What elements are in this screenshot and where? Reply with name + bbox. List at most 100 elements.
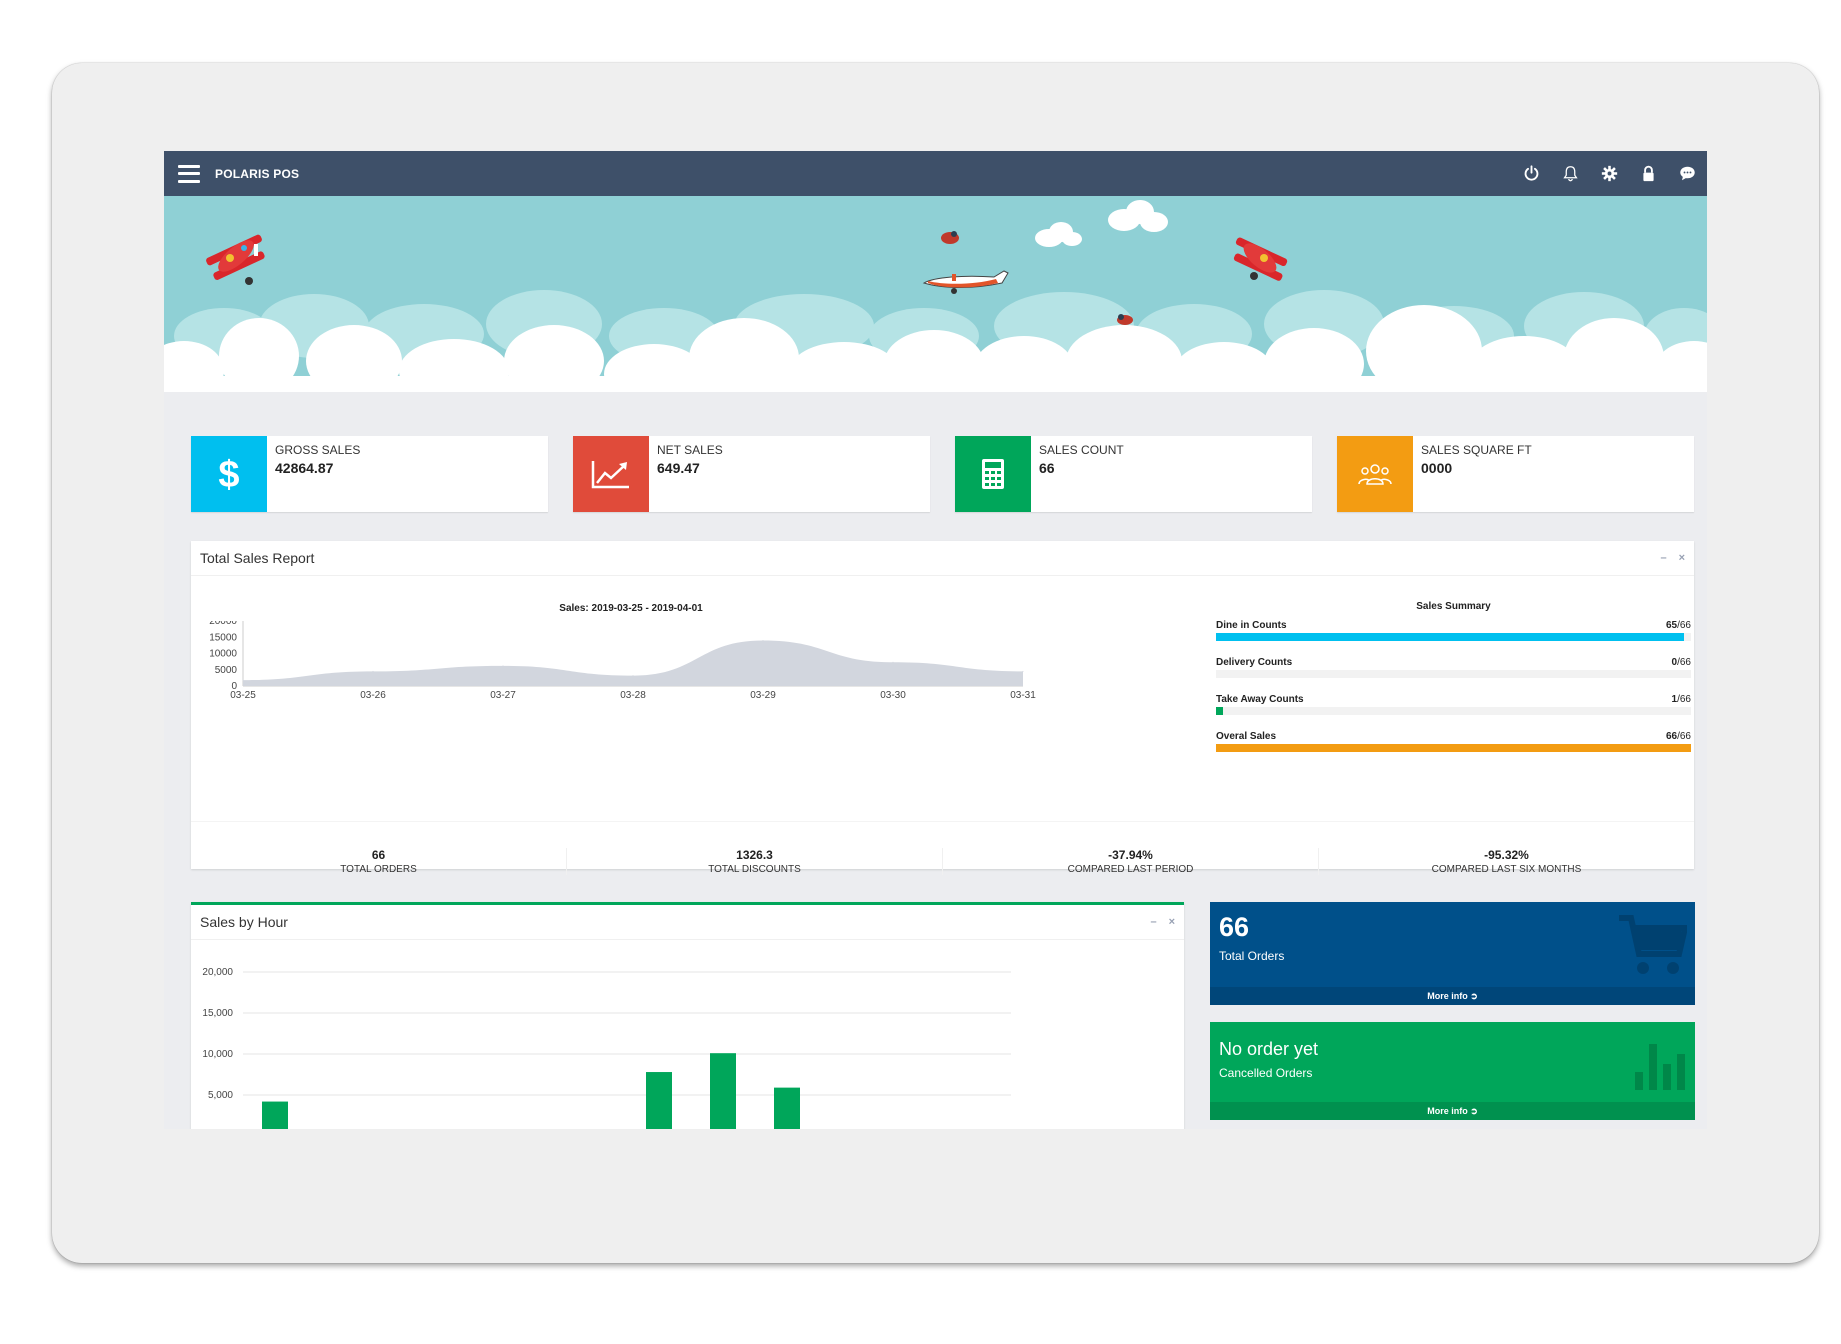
progress-track xyxy=(1216,744,1691,752)
cancelled-orders-box: No order yet Cancelled Orders More info … xyxy=(1210,1022,1695,1120)
summary-row: Overal Sales 66/66 xyxy=(1216,731,1691,752)
arrow-circle-icon: ➲ xyxy=(1470,991,1478,1001)
sales-by-hour-panel: Sales by Hour – × 5,000 10,000 15,000 20,00… xyxy=(191,902,1184,1129)
summary-row-fraction: 66/66 xyxy=(1665,731,1691,742)
x-tick-label: 03-27 xyxy=(490,690,516,701)
summary-row: Take Away Counts 1/66 xyxy=(1216,694,1691,715)
y-tick-label: 10000 xyxy=(209,649,237,660)
stat-card-sales-square-ft: SALES SQUARE FT 0000 xyxy=(1337,436,1694,512)
panel-title: Sales by Hour xyxy=(200,914,288,930)
biplane-illustration-left xyxy=(206,234,265,285)
summary-row-label: Overal Sales xyxy=(1216,731,1277,742)
users-icon xyxy=(1337,436,1413,512)
close-icon[interactable]: × xyxy=(1169,916,1175,928)
summary-row-label: Dine in Counts xyxy=(1216,620,1287,631)
stat-card-sales-count: SALES COUNT 66 xyxy=(955,436,1312,512)
footer-stat-total-orders: 66 TOTAL ORDERS xyxy=(191,848,567,875)
summary-row-fraction: 1/66 xyxy=(1671,694,1691,705)
footer-stat-total-discounts: 1326.3 TOTAL DISCOUNTS xyxy=(567,848,943,875)
progress-bar xyxy=(1216,633,1684,641)
top-navbar: POLARIS POS xyxy=(164,151,1707,196)
y-tick-label: 5,000 xyxy=(208,1090,233,1101)
trend-chart-icon xyxy=(573,436,649,512)
summary-row-fraction: 0/66 xyxy=(1671,657,1691,668)
collapse-icon[interactable]: – xyxy=(1660,552,1666,564)
hamburger-menu-icon[interactable] xyxy=(178,164,200,183)
summary-row-label: Take Away Counts xyxy=(1216,694,1304,705)
cancelled-orders-label: Cancelled Orders xyxy=(1219,1066,1313,1080)
stat-card-net-sales: NET SALES 649.47 xyxy=(573,436,930,512)
stat-label: SALES SQUARE FT xyxy=(1421,443,1532,457)
y-tick-label: 20,000 xyxy=(202,967,233,978)
svg-text:$: $ xyxy=(218,454,239,494)
more-info-link[interactable]: More info ➲ xyxy=(1210,987,1695,1005)
x-tick-label: 03-31 xyxy=(1010,690,1036,701)
panel-title: Total Sales Report xyxy=(200,550,315,566)
y-tick-label: 5000 xyxy=(215,665,238,676)
stat-label: GROSS SALES xyxy=(275,443,361,457)
footer-stat-compared-six-months: -95.32% COMPARED LAST SIX MONTHS xyxy=(1431,848,1582,875)
progress-track xyxy=(1216,670,1691,678)
navbar-icons xyxy=(1522,164,1697,183)
cart-icon xyxy=(1617,914,1689,981)
stat-card-gross-sales: $ GROSS SALES 42864.87 xyxy=(191,436,548,512)
power-icon[interactable] xyxy=(1522,164,1541,183)
sales-area-series xyxy=(243,640,1023,686)
data-point xyxy=(242,679,244,681)
y-tick-label: 15,000 xyxy=(202,1008,233,1019)
stat-value: 649.47 xyxy=(657,460,700,476)
data-point xyxy=(502,665,504,667)
bar xyxy=(262,1101,288,1129)
progress-track xyxy=(1216,707,1691,715)
bar-chart: 5,000 10,000 15,000 20,000 xyxy=(202,967,1011,1129)
progress-bar xyxy=(1216,707,1224,715)
y-tick-label: 20000 xyxy=(209,621,237,627)
area-chart: 0500010000150002000003-25 03-26 03-27 03-28… xyxy=(209,621,1036,701)
x-tick-label: 03-30 xyxy=(880,690,906,701)
small-plane-illustration xyxy=(922,270,1009,294)
x-tick-label: 03-29 xyxy=(750,690,776,701)
close-icon[interactable]: × xyxy=(1679,552,1685,564)
summary-row: Delivery Counts 0/66 xyxy=(1216,657,1691,678)
hero-banner xyxy=(164,196,1707,392)
sales-summary-title: Sales Summary xyxy=(1416,601,1491,612)
stat-value: 66 xyxy=(1039,460,1055,476)
total-sales-report-panel: Total Sales Report – × Sales: 2019-03-25… xyxy=(191,541,1694,875)
stat-label: SALES COUNT xyxy=(1039,443,1124,457)
data-point xyxy=(632,675,634,677)
brand-name: POLARIS POS xyxy=(215,166,300,181)
stat-value: 0000 xyxy=(1421,460,1453,476)
data-point xyxy=(892,661,894,663)
report-footer-stats: 66 TOTAL ORDERS 1326.3 TOTAL DISCOUNTS -37… xyxy=(191,821,1694,875)
progress-track xyxy=(1216,633,1691,641)
x-tick-label: 03-28 xyxy=(620,690,646,701)
dollar-icon: $ xyxy=(191,436,267,512)
bell-icon[interactable] xyxy=(1561,164,1580,183)
summary-row: Dine in Counts 65/66 xyxy=(1216,620,1691,641)
stat-value: 42864.87 xyxy=(275,460,334,476)
summary-row-label: Delivery Counts xyxy=(1216,657,1293,668)
collapse-icon[interactable]: – xyxy=(1150,916,1156,928)
total-orders-box: 66 Total Orders More info ➲ xyxy=(1210,902,1695,1005)
summary-row-fraction: 65/66 xyxy=(1665,620,1691,631)
calculator-icon xyxy=(955,436,1031,512)
data-point xyxy=(1022,670,1024,672)
gear-icon[interactable] xyxy=(1600,164,1619,183)
biplane-illustration-right xyxy=(1233,237,1288,281)
bar-chart-icon xyxy=(1633,1040,1687,1095)
app-screen: POLARIS POS $ GROSS SALES 42864.87 NET S… xyxy=(164,151,1707,1129)
sales-summary: Sales Summary Dine in Counts 65/66 Deliver… xyxy=(1216,601,1691,768)
data-point xyxy=(372,670,374,672)
x-tick-label: 03-25 xyxy=(230,690,256,701)
chat-icon[interactable] xyxy=(1678,164,1697,183)
lock-icon[interactable] xyxy=(1639,164,1658,183)
bar xyxy=(710,1053,736,1129)
more-info-link[interactable]: More info ➲ xyxy=(1210,1102,1695,1120)
bar xyxy=(774,1087,800,1129)
y-tick-label: 15000 xyxy=(209,632,237,643)
y-tick-label: 10,000 xyxy=(202,1049,233,1060)
progress-bar xyxy=(1216,744,1691,752)
arrow-circle-icon: ➲ xyxy=(1470,1106,1478,1116)
bar xyxy=(646,1072,672,1129)
footer-stat-compared-last-period: -37.94% COMPARED LAST PERIOD xyxy=(943,848,1319,875)
